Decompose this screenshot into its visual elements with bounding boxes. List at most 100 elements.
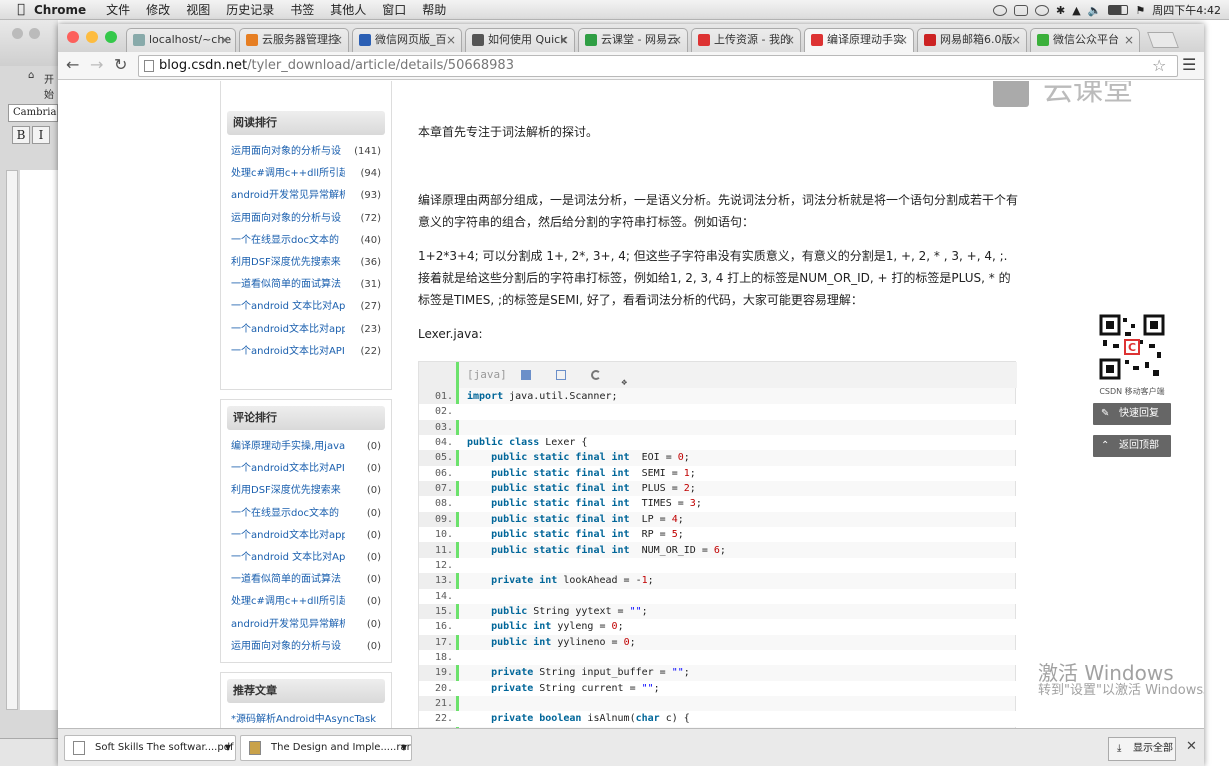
view-plain-icon[interactable] [521, 370, 532, 380]
article-link[interactable]: 一个android 文本比对Ap [231, 547, 345, 569]
read-rank-item[interactable]: 一个android文本比对API (22) [221, 341, 391, 363]
close-tab-icon[interactable]: × [785, 29, 795, 51]
download-item-pdf[interactable]: Soft Skills The softwar....pdf ▼ [64, 735, 236, 761]
article-link[interactable]: 运用面向对象的分析与设 [231, 141, 345, 163]
read-rank-item[interactable]: 利用DSF深度优先搜索来 (36) [221, 252, 391, 274]
clock[interactable]: 周四下午4:42 [1152, 2, 1221, 18]
close-tab-icon[interactable]: × [672, 29, 682, 51]
menu-file[interactable]: 文件 [106, 1, 130, 18]
comment-rank-item[interactable]: 一个android文本比对app (0) [221, 525, 391, 547]
article-link[interactable]: 编译原理动手实操,用java [231, 436, 345, 458]
article-link[interactable]: 处理c#调用c++dll所引起 [231, 591, 345, 613]
forward-icon[interactable]: → [90, 55, 103, 74]
font-selector[interactable]: Cambria ( [8, 104, 58, 122]
comment-rank-item[interactable]: 利用DSF深度优先搜索来 (0) [221, 480, 391, 502]
comment-rank-item[interactable]: android开发常见异常解析 (0) [221, 614, 391, 636]
article-link[interactable]: 一个android文本比对app [231, 525, 345, 547]
bold-button[interactable]: B [12, 126, 30, 144]
article-link[interactable]: 处理c#调用c++dll所引起 [231, 163, 345, 185]
time-machine-icon[interactable] [1035, 4, 1050, 16]
menu-view[interactable]: 视图 [186, 1, 210, 18]
article-link[interactable]: 利用DSF深度优先搜索来 [231, 252, 345, 274]
apple-icon[interactable]:  [8, 2, 34, 17]
browser-tab[interactable]: 上传资源 - 我的 × [691, 28, 801, 52]
article-link[interactable]: 一个android 文本比对Ap [231, 296, 345, 318]
close-tab-icon[interactable]: × [559, 29, 569, 51]
read-rank-item[interactable]: 运用面向对象的分析与设 (141) [221, 141, 391, 163]
quick-reply-button[interactable]: ✎ 快速回复 [1093, 403, 1171, 425]
article-link[interactable]: 一个在线显示doc文本的 [231, 503, 345, 525]
record-icon[interactable] [993, 4, 1008, 16]
menu-people[interactable]: 其他人 [330, 1, 366, 18]
dropdown-icon[interactable]: ▼ [225, 736, 231, 760]
app-menu[interactable]: Chrome [34, 3, 86, 17]
comment-rank-item[interactable]: 一个在线显示doc文本的 (0) [221, 503, 391, 525]
read-rank-item[interactable]: 一道看似简单的面试算法 (31) [221, 274, 391, 296]
menu-window[interactable]: 窗口 [382, 1, 406, 18]
browser-tab[interactable]: 云服务器管理控 × [239, 28, 349, 52]
battery-icon[interactable] [1108, 5, 1129, 15]
browser-tab[interactable]: localhost/~che × [126, 28, 236, 52]
browser-tab[interactable]: 如何使用 Quick × [465, 28, 575, 52]
reload-icon[interactable]: ↻ [114, 55, 127, 74]
back-icon[interactable]: ← [66, 55, 79, 74]
close-window-icon[interactable] [67, 31, 79, 43]
csdn-icon[interactable] [590, 370, 601, 380]
bluetooth-icon[interactable]: ✱ [1056, 4, 1065, 17]
browser-tab[interactable]: 网易邮箱6.0版 × [917, 28, 1027, 52]
article-link[interactable]: 一个在线显示doc文本的 [231, 230, 345, 252]
italic-button[interactable]: I [32, 126, 50, 144]
browser-tab[interactable]: 云课堂 - 网易云 × [578, 28, 688, 52]
article-link[interactable]: 一道看似简单的面试算法 [231, 274, 345, 296]
menu-history[interactable]: 历史记录 [226, 1, 274, 18]
read-rank-item[interactable]: android开发常见异常解析 (93) [221, 185, 391, 207]
close-tab-icon[interactable]: × [1011, 29, 1021, 51]
bookmark-star-icon[interactable]: ☆ [1152, 56, 1166, 75]
menu-edit[interactable]: 修改 [146, 1, 170, 18]
read-rank-item[interactable]: 一个android文本比对app (23) [221, 319, 391, 341]
article-link[interactable]: android开发常见异常解析 [231, 185, 345, 207]
browser-tab[interactable]: 微信公众平台 × [1030, 28, 1140, 52]
article-link[interactable]: 运用面向对象的分析与设 [231, 636, 345, 658]
comment-rank-item[interactable]: 运用面向对象的分析与设 (0) [221, 636, 391, 658]
volume-icon[interactable]: 🔈 [1088, 4, 1102, 17]
article-link[interactable]: 一个android文本比对app [231, 319, 345, 341]
close-tab-icon[interactable]: × [333, 29, 343, 51]
close-tab-icon[interactable]: × [446, 29, 456, 51]
close-tab-icon[interactable]: × [898, 29, 908, 51]
comment-rank-item[interactable]: 一个android文本比对API (0) [221, 458, 391, 480]
comment-rank-item[interactable]: 一个android 文本比对Ap (0) [221, 547, 391, 569]
browser-tab[interactable]: 微信网页版_百 × [352, 28, 462, 52]
minimize-window-icon[interactable] [86, 31, 98, 43]
comment-rank-item[interactable]: 处理c#调用c++dll所引起 (0) [221, 591, 391, 613]
close-tab-icon[interactable]: × [220, 29, 230, 51]
display-icon[interactable] [1014, 4, 1029, 16]
wifi-icon[interactable]: ▲ [1072, 4, 1080, 17]
article-link[interactable]: 运用面向对象的分析与设 [231, 208, 345, 230]
address-bar[interactable]: blog.csdn.net/tyler_download/article/det… [138, 55, 1178, 77]
read-rank-item[interactable]: 处理c#调用c++dll所引起 (94) [221, 163, 391, 185]
fork-icon[interactable]: ❖ [621, 370, 631, 388]
comment-rank-item[interactable]: 编译原理动手实操,用java (0) [221, 436, 391, 458]
copy-icon[interactable] [556, 370, 566, 380]
article-link[interactable]: 一道看似简单的面试算法 [231, 569, 345, 591]
flag-icon[interactable]: ⚑ [1135, 4, 1145, 17]
zoom-window-icon[interactable] [105, 31, 117, 43]
comment-rank-item[interactable]: 一道看似简单的面试算法 (0) [221, 569, 391, 591]
new-tab-button[interactable] [1147, 32, 1179, 48]
home-icon[interactable]: ⌂ [28, 70, 34, 81]
chrome-menu-icon[interactable]: ☰ [1182, 55, 1196, 74]
menu-help[interactable]: 帮助 [422, 1, 446, 18]
dropdown-icon[interactable]: ▼ [401, 736, 407, 760]
back-to-top-button[interactable]: ⌃ 返回顶部 [1093, 435, 1171, 457]
read-rank-item[interactable]: 一个android 文本比对Ap (27) [221, 296, 391, 318]
article-link[interactable]: 一个android文本比对API [231, 458, 345, 480]
read-rank-item[interactable]: 运用面向对象的分析与设 (72) [221, 208, 391, 230]
read-rank-item[interactable]: 一个在线显示doc文本的 (40) [221, 230, 391, 252]
article-link[interactable]: 利用DSF深度优先搜索来 [231, 480, 345, 502]
article-link[interactable]: 一个android文本比对API [231, 341, 345, 363]
browser-tab[interactable]: 编译原理动手实 × [804, 28, 914, 53]
article-link[interactable]: android开发常见异常解析 [231, 614, 345, 636]
start-tab[interactable]: 开始 [44, 71, 58, 101]
close-tab-icon[interactable]: × [1124, 29, 1134, 51]
